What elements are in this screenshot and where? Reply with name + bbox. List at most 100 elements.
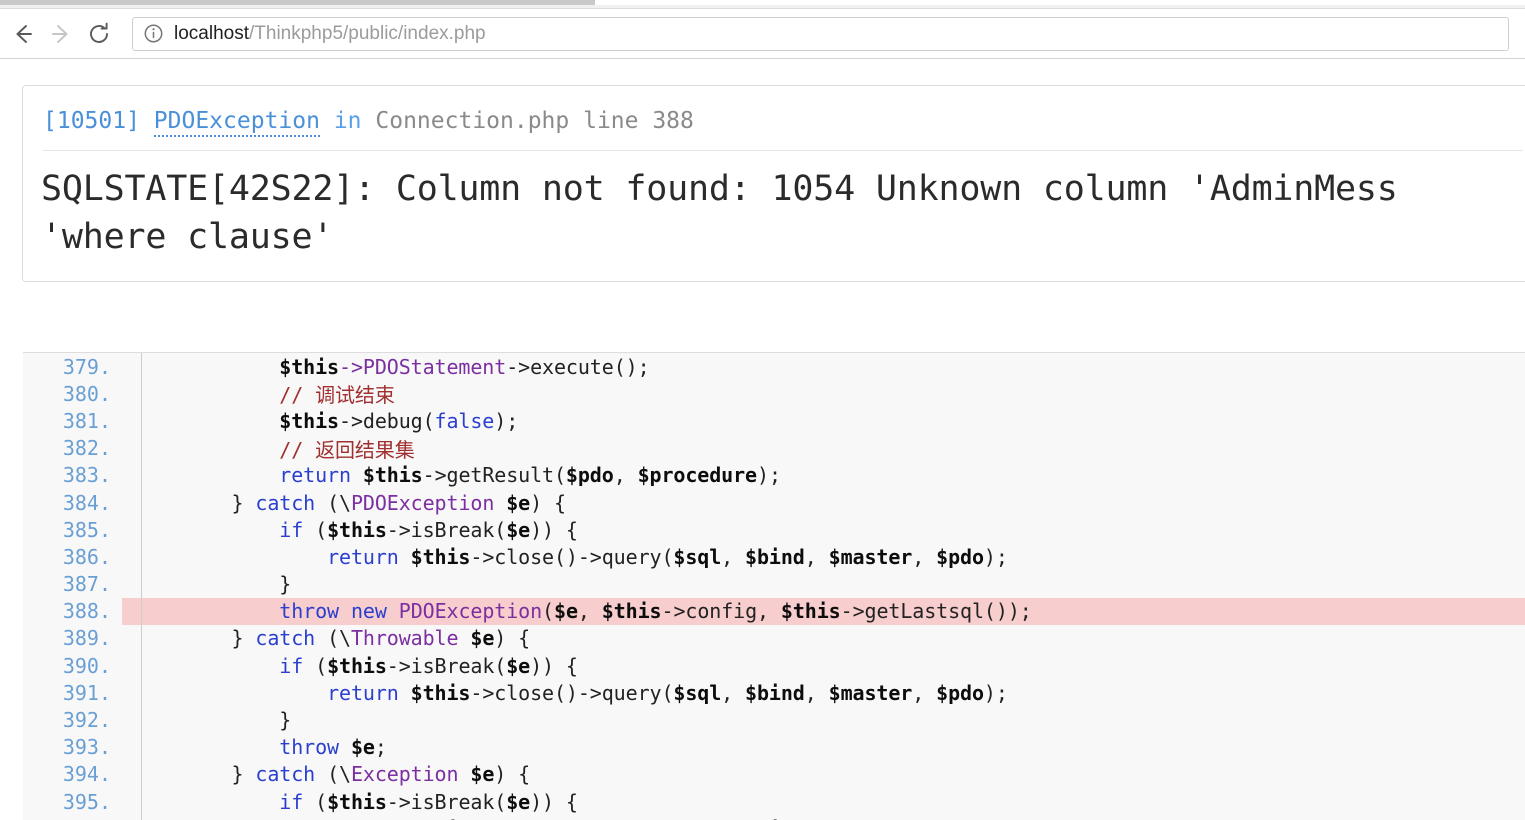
code-line-content: throw new PDOException($e, $this->config… <box>122 597 1525 625</box>
code-token: if <box>279 789 304 814</box>
code-token: , <box>757 599 781 624</box>
code-token: ); <box>757 463 781 488</box>
code-text: // 调试结束 <box>136 379 395 408</box>
address-bar[interactable]: localhost/Thinkphp5/public/index.php <box>132 16 1509 51</box>
url-path: /Thinkphp5/public/index.php <box>249 22 486 44</box>
code-line: 385. if ($this->isBreak($e)) { <box>23 516 1525 543</box>
code-token: } <box>136 490 256 515</box>
exception-file-line: Connection.php line 388 <box>375 108 694 134</box>
line-number: 380. <box>23 381 120 406</box>
code-token: ) { <box>494 626 531 651</box>
code-token: $this <box>601 599 662 624</box>
code-token: )) { <box>530 653 578 678</box>
code-line-content: $this->debug(false); <box>122 407 1525 434</box>
code-token: ) { <box>494 762 531 787</box>
code-line-content: } <box>122 571 1525 598</box>
line-number: 386. <box>23 544 120 569</box>
code-token: $this <box>410 544 471 569</box>
code-line: 383. return $this->getResult($pdo, $proc… <box>23 462 1525 489</box>
code-token: ( <box>303 789 328 814</box>
code-text: $this->PDOStatement->execute(); <box>136 354 649 379</box>
code-text: if ($this->isBreak($e)) { <box>136 790 578 814</box>
code-text: } catch (\PDOException $e) { <box>136 490 567 515</box>
code-token: $this <box>362 463 423 488</box>
code-line-content: throw $e; <box>122 734 1525 761</box>
exception-code: [10501] <box>43 108 140 134</box>
code-token: ); <box>494 408 519 433</box>
code-line-content: if ($this->isBreak($e)) { <box>122 652 1525 679</box>
code-token: ->getResult( <box>422 463 566 488</box>
error-page: [10501] PDOException in Connection.php l… <box>0 59 1525 820</box>
code-token: catch <box>255 490 316 515</box>
line-number: 390. <box>23 653 120 678</box>
code-line: 396. return $this->close()->query($sql, … <box>23 815 1525 820</box>
code-token: Throwable <box>350 626 459 651</box>
code-text: return $this->close()->query($sql, $bind… <box>136 545 1008 569</box>
code-token: $this <box>279 408 340 433</box>
code-token: return <box>327 680 399 705</box>
line-number: 383. <box>23 463 120 488</box>
code-line-content: $this->PDOStatement->execute(); <box>122 353 1525 380</box>
code-token: Exception <box>350 762 459 787</box>
code-line: 387. } <box>23 571 1525 598</box>
code-token: $e <box>506 789 531 814</box>
code-line-content: if ($this->isBreak($e)) { <box>122 788 1525 815</box>
back-button[interactable] <box>4 15 42 53</box>
exception-panel: [10501] PDOException in Connection.php l… <box>22 85 1525 283</box>
code-line: 394. } catch (\Exception $e) { <box>23 761 1525 788</box>
gutter-divider <box>141 353 142 820</box>
code-token: $this <box>410 680 471 705</box>
code-text: } catch (\Exception $e) { <box>136 762 531 787</box>
code-token: return <box>279 463 351 488</box>
code-line: 395. if ($this->isBreak($e)) { <box>23 788 1525 815</box>
code-token: if <box>279 653 304 678</box>
code-token: } <box>136 572 292 597</box>
code-token: ->PDOStatement <box>339 354 507 379</box>
exception-class-link[interactable]: PDOException <box>153 108 320 137</box>
source-code-viewer[interactable]: 379. $this->PDOStatement->execute(); 380.… <box>23 352 1525 820</box>
code-line: 380. // 调试结束 <box>23 380 1525 407</box>
info-circle-icon[interactable] <box>143 23 164 44</box>
code-token: $this <box>327 517 387 542</box>
line-number: 391. <box>23 680 120 705</box>
code-text: return $this->getResult($pdo, $procedure… <box>136 463 781 487</box>
code-token: ->isBreak( <box>386 789 507 814</box>
code-token: $pdo <box>565 463 614 488</box>
code-token: $e <box>350 735 375 760</box>
exception-in-keyword: in <box>333 108 362 134</box>
code-token: ->execute <box>506 354 614 379</box>
code-text: return $this->close()->query($sql, $bind… <box>136 681 1008 705</box>
exception-message: SQLSTATE[42S22]: Column not found: 1054 … <box>23 151 1525 282</box>
code-token: } <box>136 708 292 733</box>
code-line: 389. } catch (\Throwable $e) { <box>23 625 1525 652</box>
code-line-content: // 调试结束 <box>122 380 1525 407</box>
code-token: $e <box>470 762 495 787</box>
exception-header: [10501] PDOException in Connection.php l… <box>23 86 1525 137</box>
code-line-content: return $this->close()->query($sql, $bind… <box>122 543 1525 570</box>
code-token: , <box>721 544 746 569</box>
code-token: ->close()->query( <box>470 544 674 569</box>
code-token: $this <box>327 789 387 814</box>
code-line-list: 379. $this->PDOStatement->execute(); 380.… <box>23 353 1525 820</box>
code-token: // 调试结束 <box>279 383 395 408</box>
code-token: ( <box>303 653 328 678</box>
url-host: localhost <box>174 22 249 44</box>
reload-button[interactable] <box>80 15 118 53</box>
code-token: (\ <box>315 490 351 515</box>
code-line-content: } <box>122 706 1525 733</box>
code-line-content: return $this->close()->query($sql, $bind… <box>122 815 1525 820</box>
code-line-content: } catch (\Throwable $e) { <box>122 625 1525 652</box>
code-token: throw <box>279 735 340 760</box>
code-token: (\ <box>315 762 351 787</box>
forward-button[interactable] <box>42 15 80 53</box>
code-text: if ($this->isBreak($e)) { <box>136 518 578 542</box>
